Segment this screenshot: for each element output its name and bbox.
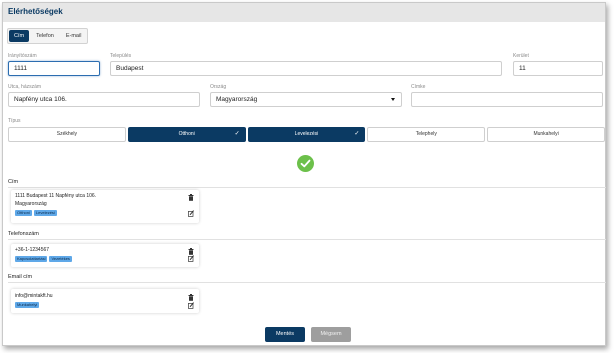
country-label: Ország	[210, 84, 227, 90]
email-address: info@mintakft.hu	[15, 293, 53, 299]
type-option-szekhely[interactable]: Székhely	[8, 127, 126, 142]
contact-panel: Elérhetőségek Cím Telefon E-mail Irányít…	[2, 2, 606, 346]
city-input[interactable]: Budapest	[110, 61, 502, 76]
save-button[interactable]: Mentés	[265, 327, 305, 342]
street-input[interactable]: Napfény utca 106.	[8, 92, 200, 107]
checkmark-icon	[300, 159, 311, 168]
type-option-label: Telephely	[415, 131, 437, 137]
check-icon: ✓	[354, 131, 360, 137]
type-option-levelezesi[interactable]: Levelezési ✓	[247, 127, 366, 142]
address-country: Magyarország	[15, 201, 47, 207]
city-label: Település	[110, 53, 132, 59]
chevron-down-icon	[391, 98, 395, 101]
email-section-title: Email cím	[8, 274, 33, 280]
confirm-add-button[interactable]	[297, 155, 314, 172]
check-icon: ✓	[234, 131, 240, 137]
type-label: Típus	[8, 118, 21, 124]
badge: Otthoni	[15, 210, 32, 216]
phone-number: +36-1-1234567	[15, 247, 50, 253]
divider	[8, 187, 606, 188]
type-option-munkahelyi[interactable]: Munkahelyi	[487, 127, 605, 142]
type-option-label: Levelezési	[294, 131, 319, 137]
email-badges: Munkahelyi	[15, 302, 40, 308]
badge: Kapcsolattartási	[15, 256, 48, 262]
type-option-otthoni[interactable]: Otthoni ✓	[127, 127, 246, 142]
type-option-label: Munkahelyi	[533, 131, 559, 137]
badge: Vezetékes	[49, 256, 72, 262]
phone-card: +36-1-1234567 Kapcsolattartási Vezetékes	[11, 244, 199, 267]
tag-label: Címke	[411, 84, 426, 90]
phone-section-title: Telefonszám	[8, 231, 39, 237]
type-selector: Székhely Otthoni ✓ Levelezési ✓ Telephely …	[8, 127, 605, 142]
tab-bar: Cím Telefon E-mail	[7, 28, 89, 44]
street-label: Utca, házszám	[8, 84, 42, 90]
district-input[interactable]: 11	[513, 61, 603, 76]
edit-icon[interactable]	[188, 302, 194, 309]
edit-icon[interactable]	[188, 210, 194, 217]
address-section-title: Cím	[8, 179, 19, 185]
address-card: 1111 Budapest 11 Napfény utca 106. Magya…	[11, 190, 199, 223]
district-label: Kerület	[513, 53, 529, 59]
trash-icon[interactable]	[188, 294, 194, 301]
tab-address[interactable]: Cím	[9, 30, 30, 42]
zip-input[interactable]: 1111	[8, 61, 100, 76]
zip-label: Irányítószám	[8, 53, 37, 59]
divider	[8, 239, 606, 240]
type-option-label: Székhely	[56, 131, 78, 137]
country-select-value: Magyarország	[216, 96, 258, 103]
panel-header: Elérhetőségek	[3, 3, 605, 22]
badge: Levelezési	[33, 210, 57, 216]
type-option-telephely[interactable]: Telephely	[367, 127, 486, 142]
badge: Munkahelyi	[15, 302, 40, 308]
tag-input[interactable]	[411, 92, 603, 107]
tab-phone[interactable]: Telefon	[31, 30, 59, 42]
email-card: info@mintakft.hu Munkahelyi	[11, 289, 199, 313]
cancel-button[interactable]: Mégsem	[311, 327, 351, 342]
edit-icon[interactable]	[188, 255, 194, 262]
country-select[interactable]: Magyarország	[210, 92, 402, 107]
page-title: Elérhetőségek	[8, 7, 63, 16]
address-badges: Otthoni Levelezési	[15, 210, 57, 216]
trash-icon[interactable]	[188, 248, 194, 255]
type-option-label: Otthoni	[178, 131, 195, 137]
trash-icon[interactable]	[188, 194, 194, 201]
divider	[8, 282, 606, 283]
address-line: 1111 Budapest 11 Napfény utca 106.	[15, 193, 97, 199]
tab-email[interactable]: E-mail	[61, 30, 87, 42]
phone-badges: Kapcsolattartási Vezetékes	[15, 256, 72, 262]
